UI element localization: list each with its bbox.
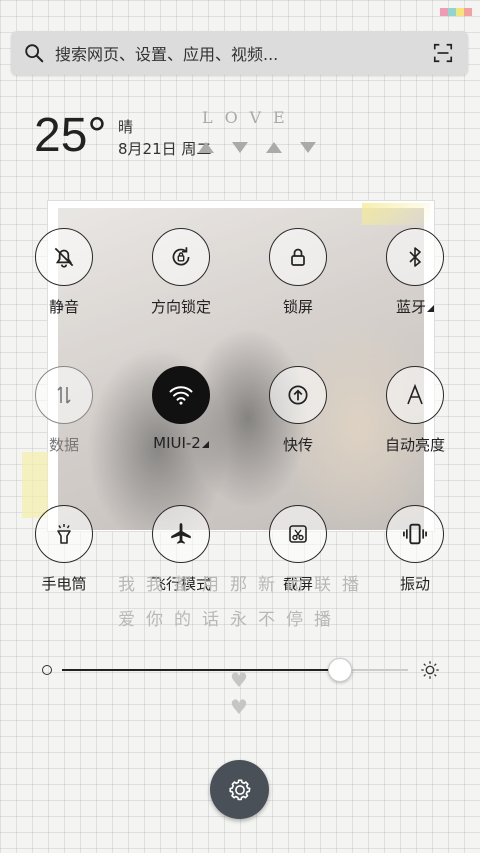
toggle-rotation-lock[interactable]: 方向锁定 [131, 228, 231, 317]
toggle-flashlight-button[interactable] [35, 505, 93, 563]
toggle-mute-button[interactable] [35, 228, 93, 286]
toggle-auto-brightness[interactable]: 自动亮度 [365, 366, 465, 455]
toggle-bluetooth-label: 蓝牙 [365, 296, 465, 317]
status-dot [464, 8, 472, 16]
triangle-up-icon [266, 142, 282, 153]
toggle-vibrate[interactable]: 振动 [365, 505, 465, 594]
toggle-lock-screen-label: 锁屏 [282, 298, 313, 316]
toggle-vibrate-label: 振动 [399, 575, 430, 593]
lock-icon [291, 248, 305, 266]
brightness-high-icon [421, 661, 439, 679]
toggle-auto-brightness-label: 自动亮度 [384, 436, 445, 454]
triangle-down-icon [232, 142, 248, 153]
search-placeholder: 搜索网页、设置、应用、视频... [55, 45, 279, 64]
bluetooth-label-text: 蓝牙 [395, 298, 426, 316]
toggle-wifi[interactable]: MIUI-2 [131, 366, 231, 452]
toggle-rotation-lock-label: 方向锁定 [150, 298, 211, 316]
submenu-indicator-icon [427, 305, 434, 312]
wallpaper-lyrics-line1: 我我都用那新而联播 [118, 575, 370, 595]
brightness-fill [62, 669, 339, 671]
auto-brightness-icon [407, 383, 423, 405]
wallpaper-love-text: LOVE [202, 108, 297, 127]
wallpaper-triangles [198, 142, 316, 153]
triangle-up-icon [198, 142, 214, 153]
wallpaper-lyrics-line2: 爱你的话永不停播 [118, 610, 342, 630]
toggle-auto-brightness-button[interactable] [386, 366, 444, 424]
toggle-flashlight-label: 手电筒 [41, 575, 87, 593]
submenu-indicator-icon [201, 441, 209, 448]
search-icon [25, 44, 44, 63]
toggle-airplane-mode-button[interactable] [152, 505, 210, 563]
toggle-quick-transfer-label: 快传 [282, 436, 313, 454]
status-dot [448, 8, 456, 16]
wifi-icon [169, 386, 193, 405]
wifi-label-text: MIUI-2 [153, 434, 201, 452]
heart-icon: ♥ [230, 695, 248, 719]
toggle-wifi-button[interactable] [152, 366, 210, 424]
toggle-flashlight[interactable]: 手电筒 [14, 505, 114, 594]
status-dot [456, 8, 464, 16]
gear-icon [228, 779, 250, 800]
flashlight-icon [57, 524, 71, 544]
screenshot-icon [289, 525, 307, 543]
toggle-mobile-data[interactable]: 数据 [14, 366, 114, 455]
toggle-rotation-lock-button[interactable] [152, 228, 210, 286]
toggle-mobile-data-button[interactable] [35, 366, 93, 424]
brightness-low-icon [42, 665, 52, 675]
toggle-wifi-label: MIUI-2 [131, 434, 231, 452]
toggle-mobile-data-label: 数据 [48, 436, 79, 454]
triangle-down-icon [300, 142, 316, 153]
wallpaper-decor [362, 203, 430, 225]
status-dot [440, 8, 448, 16]
airplane-icon [171, 523, 191, 544]
search-bar[interactable]: 搜索网页、设置、应用、视频... [11, 31, 468, 75]
toggle-bluetooth-button[interactable] [386, 228, 444, 286]
quick-transfer-icon [288, 385, 308, 405]
mobile-data-icon [57, 386, 71, 404]
toggle-lock-screen-button[interactable] [269, 228, 327, 286]
toggle-mute-label: 静音 [48, 298, 79, 316]
toggle-quick-transfer[interactable]: 快传 [248, 366, 348, 455]
toggle-screenshot-button[interactable] [269, 505, 327, 563]
status-indicator [440, 8, 472, 16]
toggle-lock-screen[interactable]: 锁屏 [248, 228, 348, 317]
toggle-vibrate-button[interactable] [386, 505, 444, 563]
vibrate-icon [403, 523, 427, 545]
settings-button[interactable] [210, 760, 269, 819]
toggle-quick-transfer-button[interactable] [269, 366, 327, 424]
heart-icon: ♥ [230, 668, 248, 692]
bluetooth-icon [409, 247, 421, 267]
toggle-mute[interactable]: 静音 [14, 228, 114, 317]
weather-condition: 晴 [118, 118, 134, 136]
weather-temperature: 25° [34, 109, 107, 162]
rotation-lock-icon [172, 247, 190, 266]
bell-off-icon [54, 247, 74, 268]
scan-icon[interactable] [432, 42, 454, 64]
brightness-knob[interactable] [327, 658, 352, 682]
weather-widget[interactable]: 25° 晴 8月21日 周二 [34, 109, 211, 162]
toggle-bluetooth[interactable]: 蓝牙 [365, 228, 465, 317]
